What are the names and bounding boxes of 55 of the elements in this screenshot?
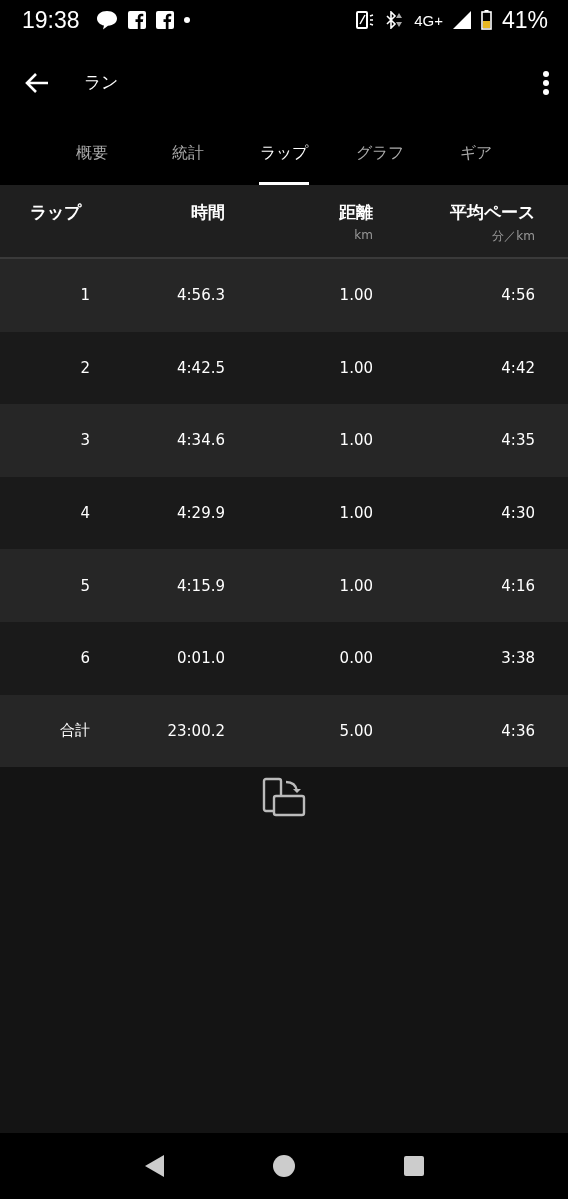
table-cell-text: 1.00	[338, 576, 373, 595]
table-cell-text: 合計	[59, 721, 90, 741]
column-header: 平均ペース	[450, 201, 535, 224]
table-cell-text: 4:16	[500, 576, 535, 595]
column-header: ラップ	[29, 201, 81, 224]
table-cell-text: 4	[79, 504, 90, 523]
screen-title: ラン	[84, 71, 119, 94]
tab[interactable]: 概要	[75, 125, 109, 185]
table-cell-text: 1.00	[338, 431, 373, 450]
table-cell-text: 3:38	[500, 649, 535, 668]
bluetooth-icon	[384, 11, 405, 29]
status-time: 19:38	[22, 6, 80, 34]
home-button[interactable]	[273, 1155, 295, 1177]
table-cell-text: 0:01.0	[176, 649, 225, 668]
recents-button[interactable]	[403, 1156, 424, 1176]
chat-bubble-icon	[95, 10, 118, 30]
table-cell-text: 4:42	[500, 358, 535, 377]
table-cell-text: 4:56.3	[176, 286, 225, 305]
dot-icon	[183, 17, 190, 23]
table-cell-text: 4:15.9	[176, 576, 225, 595]
table-cell-text: 1.00	[338, 286, 373, 305]
signal-icon	[452, 11, 471, 29]
table-cell-text: 4:35	[500, 431, 535, 450]
tab[interactable]: 統計	[171, 125, 205, 185]
table-cell-text: 0.00	[338, 649, 373, 668]
table-cell-text: 4:29.9	[176, 504, 225, 523]
tab[interactable]: ギア	[459, 125, 493, 185]
table-cell-text: 5.00	[338, 721, 373, 740]
network-type: 4G+	[414, 11, 443, 29]
column-unit: 分／km	[492, 228, 535, 245]
table-cell-text: 3	[79, 431, 90, 450]
table-cell-text: 2	[79, 358, 90, 377]
facebook-icon	[127, 11, 146, 29]
table-cell-text: 4:30	[500, 504, 535, 523]
table-cell-text: 5	[79, 576, 90, 595]
tab[interactable]: グラフ	[355, 125, 405, 185]
table-cell-text: 1	[79, 286, 90, 305]
column-unit: km	[354, 228, 373, 242]
table-cell-text: 4:56	[500, 286, 535, 305]
table-cell-text: 1.00	[338, 358, 373, 377]
back-nav-button[interactable]	[144, 1155, 165, 1177]
column-header: 距離	[339, 201, 373, 224]
phone-vibrate-icon	[356, 11, 375, 29]
table-cell-text: 4:42.5	[176, 358, 225, 377]
column-header: 時間	[191, 201, 225, 224]
battery-icon	[480, 10, 492, 30]
table-cell-text: 23:00.2	[166, 721, 225, 740]
back-button[interactable]	[24, 71, 50, 94]
table-cell-text: 4:34.6	[176, 431, 225, 450]
table-cell-text: 6	[79, 649, 90, 668]
battery-percent: 41%	[501, 6, 548, 34]
more-options-button[interactable]	[542, 69, 550, 96]
table-cell-text: 4:36	[500, 721, 535, 740]
table-cell-text: 1.00	[338, 504, 373, 523]
facebook-icon	[155, 11, 174, 29]
